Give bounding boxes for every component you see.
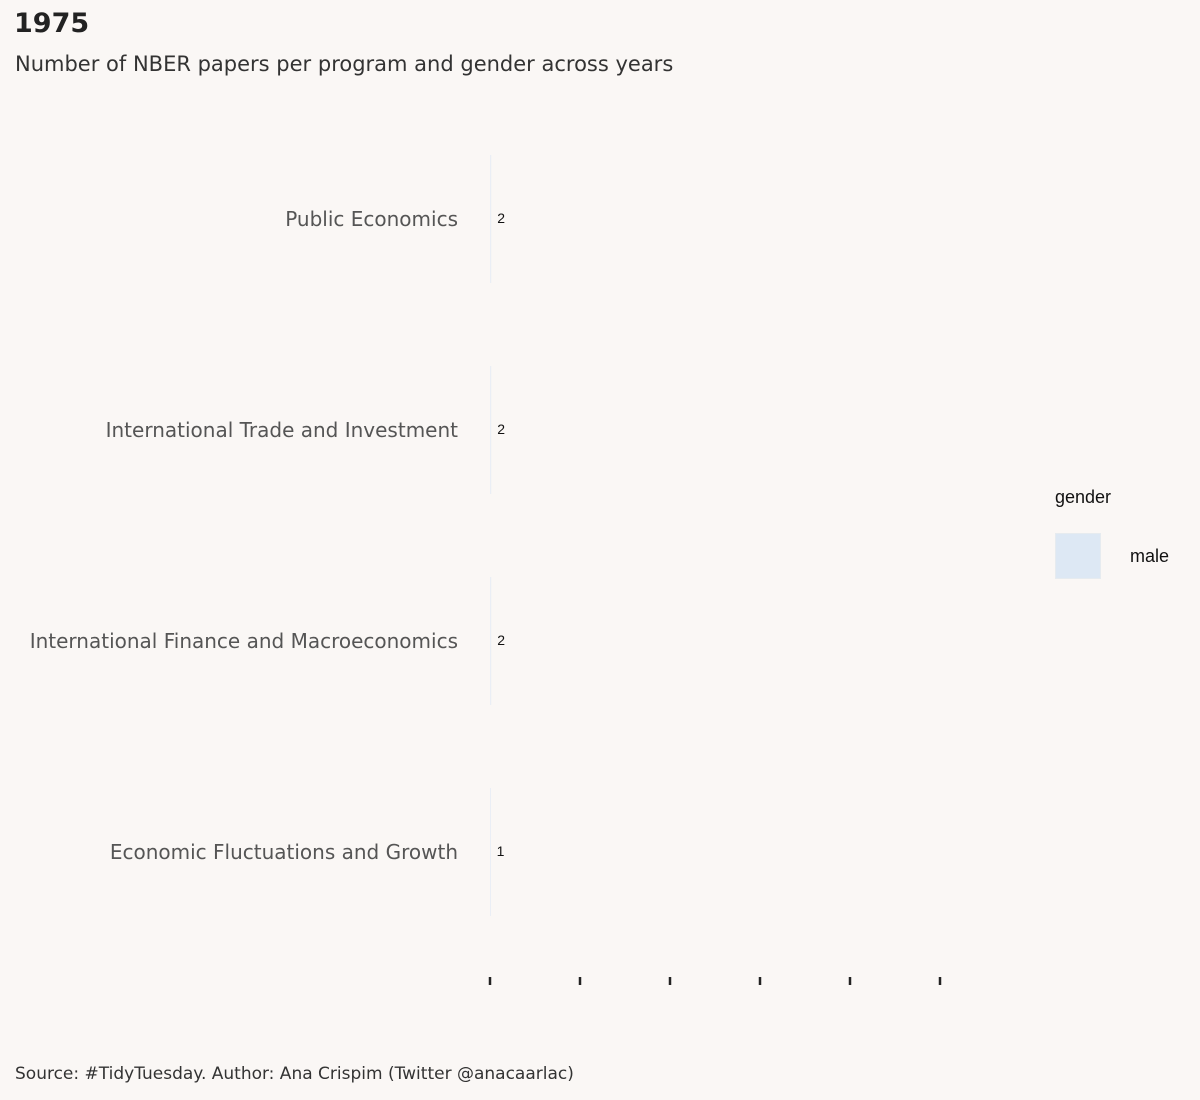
category-label: Public Economics	[285, 207, 458, 231]
category-label: International Finance and Macroeconomics	[30, 629, 458, 653]
value-label: 2	[497, 210, 505, 226]
legend-label-male: male	[1130, 546, 1170, 566]
bar-chart: Public Economics 2 International Trade and…	[30, 155, 942, 985]
chart-caption: Source: #TidyTuesday. Author: Ana Crispi…	[15, 1064, 574, 1084]
value-label: 2	[497, 421, 505, 437]
value-label: 2	[497, 632, 505, 648]
bar	[490, 788, 491, 916]
bar	[490, 577, 492, 705]
category-label: Economic Fluctuations and Growth	[110, 840, 458, 864]
value-label: 1	[497, 843, 505, 859]
legend-title: gender	[1055, 487, 1112, 507]
category-label: International Trade and Investment	[106, 418, 459, 442]
bar	[490, 366, 492, 494]
bar	[490, 155, 492, 283]
legend-key-male	[1055, 533, 1101, 579]
